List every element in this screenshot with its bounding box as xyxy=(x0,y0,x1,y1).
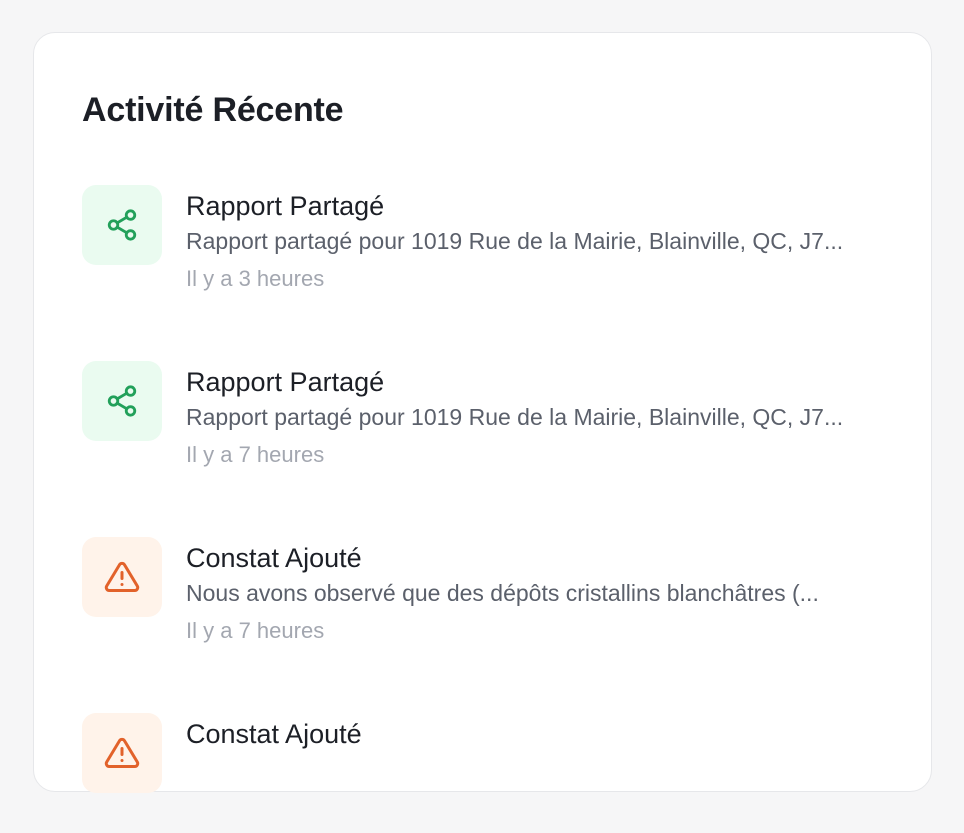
warning-icon xyxy=(104,737,140,768)
activity-title: Rapport Partagé xyxy=(186,367,385,397)
activity-description: Nous avons observé que des dépôts crista… xyxy=(186,580,819,606)
warning-icon xyxy=(104,561,140,592)
activity-time: Il y a 3 heures xyxy=(186,266,325,291)
activity-icon-box xyxy=(82,537,162,617)
activity-time: Il y a 7 heures xyxy=(186,442,325,467)
activity-item[interactable]: Rapport Partagé Rapport partagé pour 101… xyxy=(82,361,882,481)
activity-description: Rapport partagé pour 1019 Rue de la Mair… xyxy=(186,228,844,254)
activity-icon-box xyxy=(82,713,162,793)
activity-icon-box xyxy=(82,185,162,265)
share-icon xyxy=(107,209,137,241)
activity-title: Constat Ajouté xyxy=(186,719,362,749)
share-icon xyxy=(107,385,137,417)
activity-title: Constat Ajouté xyxy=(186,543,362,573)
activity-time: Il y a 7 heures xyxy=(186,618,325,643)
activity-icon-box xyxy=(82,361,162,441)
activity-item[interactable]: Rapport Partagé Rapport partagé pour 101… xyxy=(82,185,882,305)
activity-item[interactable]: Constat Ajouté xyxy=(82,713,882,833)
section-title: Activité Récente xyxy=(82,91,344,129)
activity-description: Rapport partagé pour 1019 Rue de la Mair… xyxy=(186,404,844,430)
recent-activity-card: Activité Récente Rapport Partagé Rapport… xyxy=(33,32,932,793)
activity-item[interactable]: Constat Ajouté Nous avons observé que de… xyxy=(82,537,882,657)
activity-title: Rapport Partagé xyxy=(186,191,385,221)
